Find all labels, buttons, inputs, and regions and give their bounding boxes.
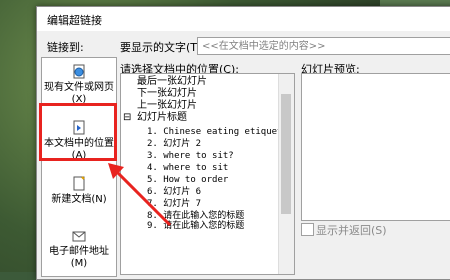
annotation-arrow	[108, 163, 172, 227]
